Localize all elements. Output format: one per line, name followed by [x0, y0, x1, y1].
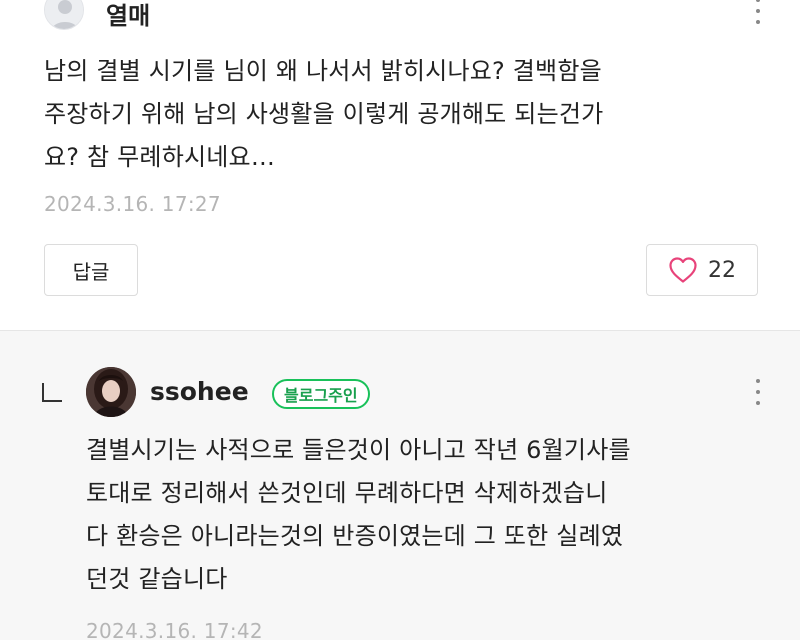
more-vertical-icon[interactable] [750, 0, 766, 28]
comment-body-line: 요? 참 무례하시네요… [44, 143, 276, 171]
reply-date: 2024.3.16. 17:42 [86, 619, 263, 640]
comment-date: 2024.3.16. 17:27 [44, 192, 221, 216]
like-button[interactable]: 22 [646, 244, 758, 296]
blog-owner-badge: 블로그주인 [272, 379, 370, 409]
reply-corner-icon [40, 381, 66, 405]
reply-body: 결별시기는 사적으로 들은것이 아니고 작년 6월기사를 토대로 정리해서 쓴것… [86, 429, 766, 601]
comment-thread: 열매 남의 결별 시기를 님이 왜 나서서 밝히시나요? 결백함을 주장하기 위… [0, 0, 800, 640]
comment-item: 열매 남의 결별 시기를 님이 왜 나서서 밝히시나요? 결백함을 주장하기 위… [0, 0, 800, 330]
comment-body: 남의 결별 시기를 님이 왜 나서서 밝히시나요? 결백함을 주장하기 위해 남… [44, 50, 760, 179]
reply-body-line: 던것 같습니다 [86, 565, 228, 593]
reply-author[interactable]: ssohee [150, 377, 249, 406]
reply-item: ssohee 블로그주인 결별시기는 사적으로 들은것이 아니고 작년 6월기사… [0, 330, 800, 640]
reply-body-line: 토대로 정리해서 쓴것인데 무례하다면 삭제하겠습니 [86, 479, 608, 507]
comment-author[interactable]: 열매 [106, 0, 150, 31]
more-vertical-icon[interactable] [750, 375, 766, 409]
avatar[interactable] [86, 367, 136, 417]
reply-body-line: 다 환승은 아니라는것의 반증이였는데 그 또한 실례였 [86, 522, 624, 550]
comment-body-line: 남의 결별 시기를 님이 왜 나서서 밝히시나요? 결백함을 [44, 57, 602, 85]
reply-body-line: 결별시기는 사적으로 들은것이 아니고 작년 6월기사를 [86, 436, 631, 464]
reply-button[interactable]: 답글 [44, 244, 138, 296]
like-count: 22 [708, 257, 736, 283]
heart-outline-icon [668, 256, 698, 284]
comment-body-line: 주장하기 위해 남의 사생활을 이렇게 공개해도 되는건가 [44, 100, 604, 128]
default-profile-icon[interactable] [44, 0, 84, 30]
